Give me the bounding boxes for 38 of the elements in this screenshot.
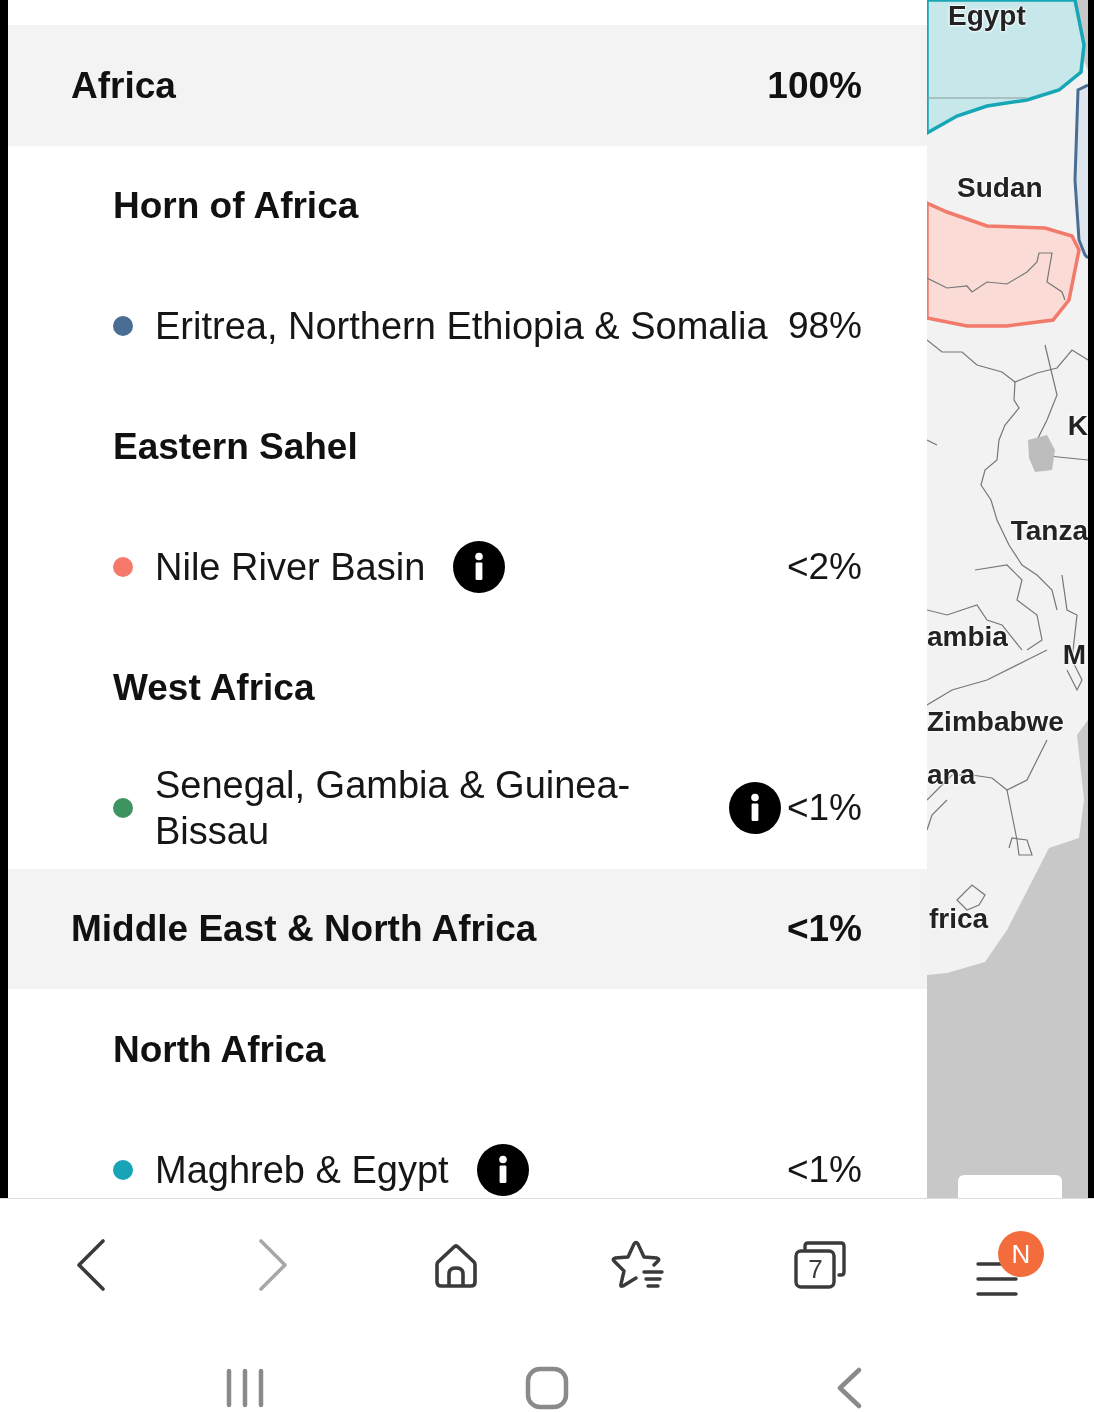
population-name: Eritrea, Northern Ethiopia & Somalia [155, 304, 768, 350]
map-label: Tanza [1010, 516, 1088, 546]
map-label: Egypt [948, 1, 1026, 31]
population-name: Maghreb & Egypt [155, 1147, 449, 1193]
recent-apps-icon [226, 1368, 264, 1408]
population-percent: <1% [786, 786, 862, 831]
info-icon[interactable] [453, 541, 506, 594]
map-label: ana [927, 760, 976, 790]
region-percent: <1% [786, 907, 862, 951]
population-name: Nile River Basin [155, 545, 426, 591]
population-percent: 98% [787, 304, 862, 349]
region-name: Africa [71, 63, 176, 108]
system-home-button[interactable] [524, 1365, 570, 1411]
star-list-icon [611, 1239, 666, 1290]
info-icon[interactable] [476, 1143, 529, 1196]
system-back-icon [835, 1367, 863, 1409]
map-label: Zimbabwe [927, 707, 1064, 737]
subregion-name: North Africa [113, 1027, 326, 1072]
tabs-button[interactable]: 7 [790, 1236, 851, 1293]
population-name: Senegal, Gambia & Guinea-Bissau [155, 763, 632, 855]
tabs-icon [793, 1239, 848, 1290]
subregion-name: Horn of Africa [113, 184, 359, 228]
back-icon [77, 1238, 106, 1291]
map-label: Sudan [957, 173, 1043, 203]
map-label: K [1067, 411, 1088, 441]
region-percent: 100% [767, 63, 862, 108]
info-icon[interactable] [728, 782, 781, 835]
rounded-square-icon [525, 1366, 569, 1410]
population-percent: <1% [786, 1147, 862, 1192]
map-label: frica [929, 904, 989, 934]
population-percent: <2% [786, 545, 862, 590]
subregion-name: West Africa [113, 666, 315, 710]
map-label: ambia [927, 622, 1008, 652]
forward-icon [259, 1238, 288, 1291]
notification-badge: N [997, 1230, 1044, 1277]
region-name: Middle East & North Africa [71, 907, 537, 951]
map-label: M [1062, 640, 1086, 670]
subregion-name: Eastern Sahel [113, 425, 358, 469]
